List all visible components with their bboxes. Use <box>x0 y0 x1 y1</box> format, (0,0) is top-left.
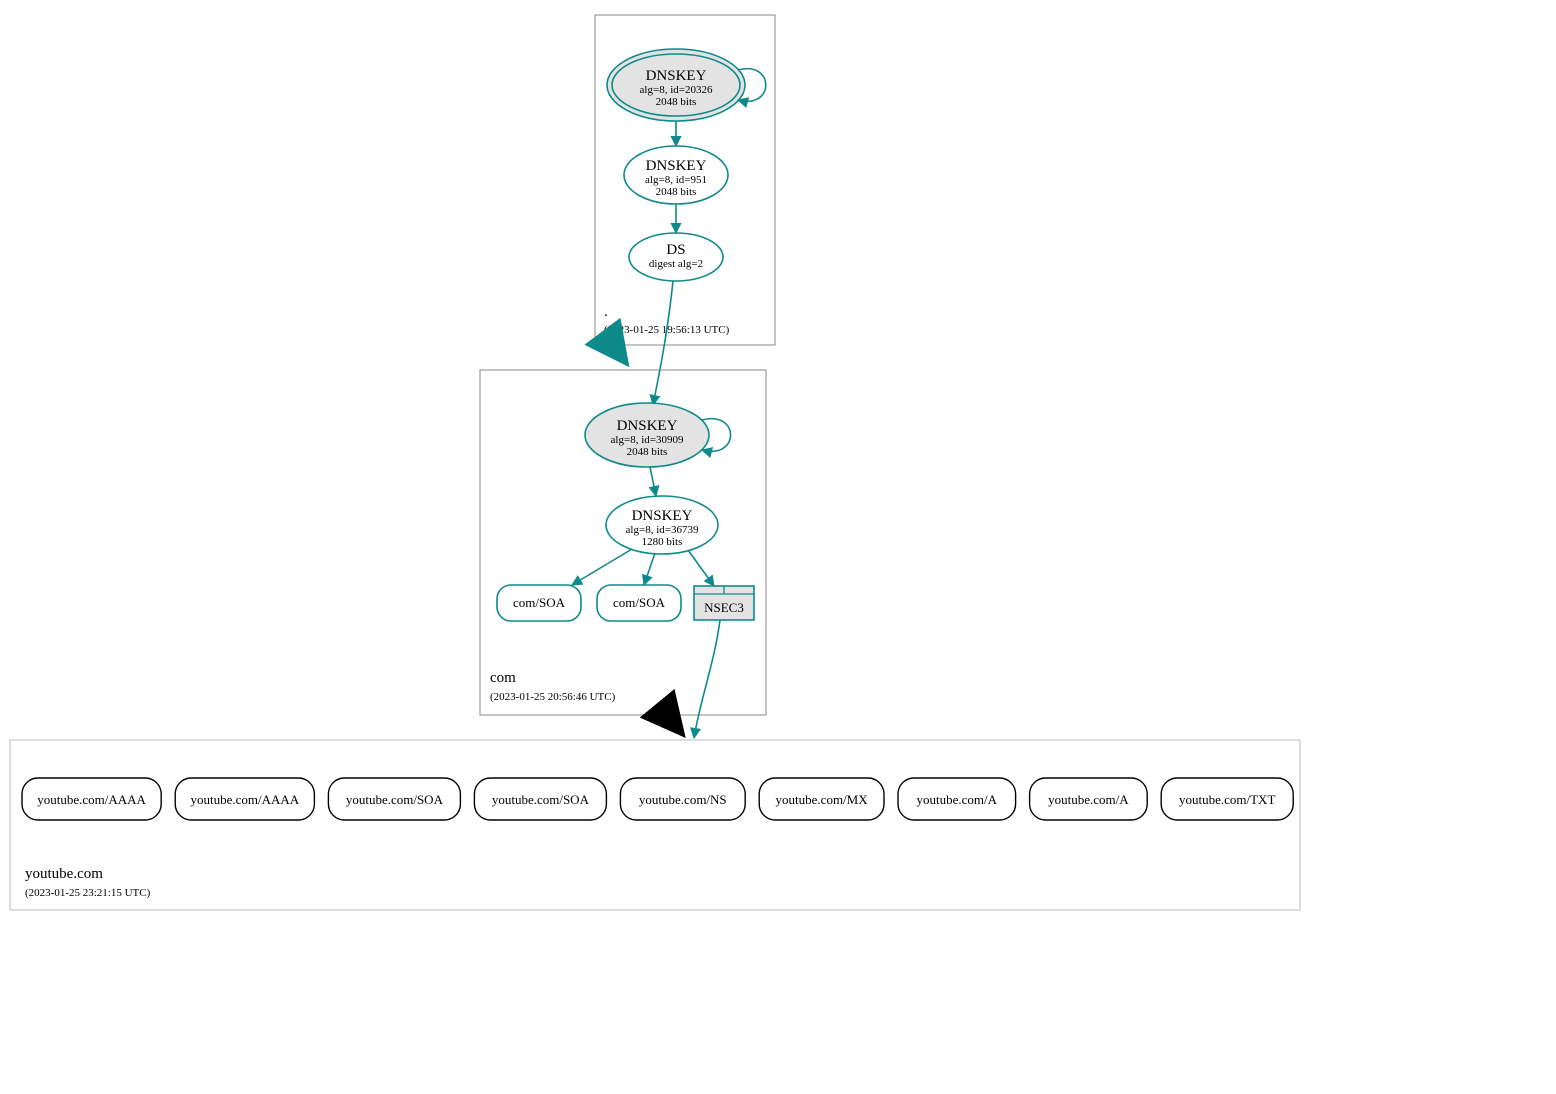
rrset-pill[interactable]: youtube.com/NS <box>620 778 745 820</box>
rrset-row: youtube.com/AAAA youtube.com/AAAA youtube.… <box>22 778 1293 820</box>
rrset-label: youtube.com/A <box>1048 792 1129 807</box>
rrset-pill[interactable]: youtube.com/A <box>898 778 1016 820</box>
com-soa1-label: com/SOA <box>513 595 566 610</box>
node-com-soa-2[interactable]: com/SOA <box>597 585 681 621</box>
dnssec-diagram: DNSKEY alg=8, id=20326 2048 bits DNSKEY … <box>0 0 1556 1094</box>
zone-youtube-timestamp: (2023-01-25 23:21:15 UTC) <box>25 887 151 899</box>
com-ksk-title: DNSKEY <box>617 418 678 434</box>
com-zsk-alg: alg=8, id=36739 <box>626 524 699 536</box>
rrset-label: youtube.com/AAAA <box>37 792 146 807</box>
root-ds-title: DS <box>666 242 685 258</box>
zone-com-title: com <box>490 670 516 686</box>
com-ksk-alg: alg=8, id=30909 <box>611 434 684 446</box>
edge-root-to-com-delegation <box>612 344 624 360</box>
com-zsk-title: DNSKEY <box>632 508 693 524</box>
node-root-zsk[interactable]: DNSKEY alg=8, id=951 2048 bits <box>624 146 728 204</box>
rrset-pill[interactable]: youtube.com/SOA <box>328 778 460 820</box>
zone-youtube: youtube.com/AAAA youtube.com/AAAA youtube.… <box>10 740 1300 910</box>
rrset-pill[interactable]: youtube.com/AAAA <box>22 778 161 820</box>
com-zsk-bits: 1280 bits <box>642 536 683 548</box>
root-ksk-title: DNSKEY <box>646 68 707 84</box>
root-zsk-bits: 2048 bits <box>656 186 697 198</box>
rrset-label: youtube.com/MX <box>776 792 869 807</box>
com-soa2-label: com/SOA <box>613 595 666 610</box>
node-com-ksk[interactable]: DNSKEY alg=8, id=30909 2048 bits <box>585 403 709 467</box>
root-ds-alg: digest alg=2 <box>649 258 703 270</box>
rrset-label: youtube.com/TXT <box>1179 792 1275 807</box>
edge-com-zsk-to-nsec3 <box>688 550 714 586</box>
edge-com-zsk-to-soa1 <box>572 549 632 585</box>
edge-ds-to-com-ksk <box>653 281 673 405</box>
node-com-nsec3[interactable]: NSEC3 <box>694 586 754 620</box>
node-root-ds[interactable]: DS digest alg=2 <box>629 233 723 281</box>
node-com-soa-1[interactable]: com/SOA <box>497 585 581 621</box>
rrset-pill[interactable]: youtube.com/MX <box>759 778 884 820</box>
rrset-label: youtube.com/SOA <box>492 792 590 807</box>
zone-root-title: . <box>604 304 608 320</box>
com-nsec3-label: NSEC3 <box>704 600 744 615</box>
rrset-label: youtube.com/AAAA <box>190 792 299 807</box>
rrset-label: youtube.com/NS <box>639 792 727 807</box>
com-ksk-bits: 2048 bits <box>627 446 668 458</box>
rrset-pill[interactable]: youtube.com/SOA <box>474 778 606 820</box>
rrset-pill[interactable]: youtube.com/A <box>1030 778 1148 820</box>
node-root-ksk[interactable]: DNSKEY alg=8, id=20326 2048 bits <box>607 49 745 121</box>
zone-root: DNSKEY alg=8, id=20326 2048 bits DNSKEY … <box>595 15 775 345</box>
root-ksk-alg: alg=8, id=20326 <box>640 84 713 96</box>
edge-com-ksk-to-zsk <box>650 467 656 496</box>
rrset-pill[interactable]: youtube.com/TXT <box>1161 778 1293 820</box>
edge-com-to-youtube-delegation <box>666 714 680 731</box>
zone-com: DNSKEY alg=8, id=30909 2048 bits DNSKEY … <box>480 370 766 715</box>
node-com-zsk[interactable]: DNSKEY alg=8, id=36739 1280 bits <box>606 496 718 554</box>
zone-com-timestamp: (2023-01-25 20:56:46 UTC) <box>490 691 616 703</box>
rrset-label: youtube.com/A <box>917 792 998 807</box>
edge-com-zsk-to-soa2 <box>644 553 655 585</box>
rrset-label: youtube.com/SOA <box>346 792 444 807</box>
root-zsk-alg: alg=8, id=951 <box>645 174 707 186</box>
rrset-pill[interactable]: youtube.com/AAAA <box>175 778 314 820</box>
root-ksk-bits: 2048 bits <box>656 96 697 108</box>
edge-nsec3-to-youtube <box>694 620 720 738</box>
root-zsk-title: DNSKEY <box>646 158 707 174</box>
zone-youtube-title: youtube.com <box>25 866 103 882</box>
